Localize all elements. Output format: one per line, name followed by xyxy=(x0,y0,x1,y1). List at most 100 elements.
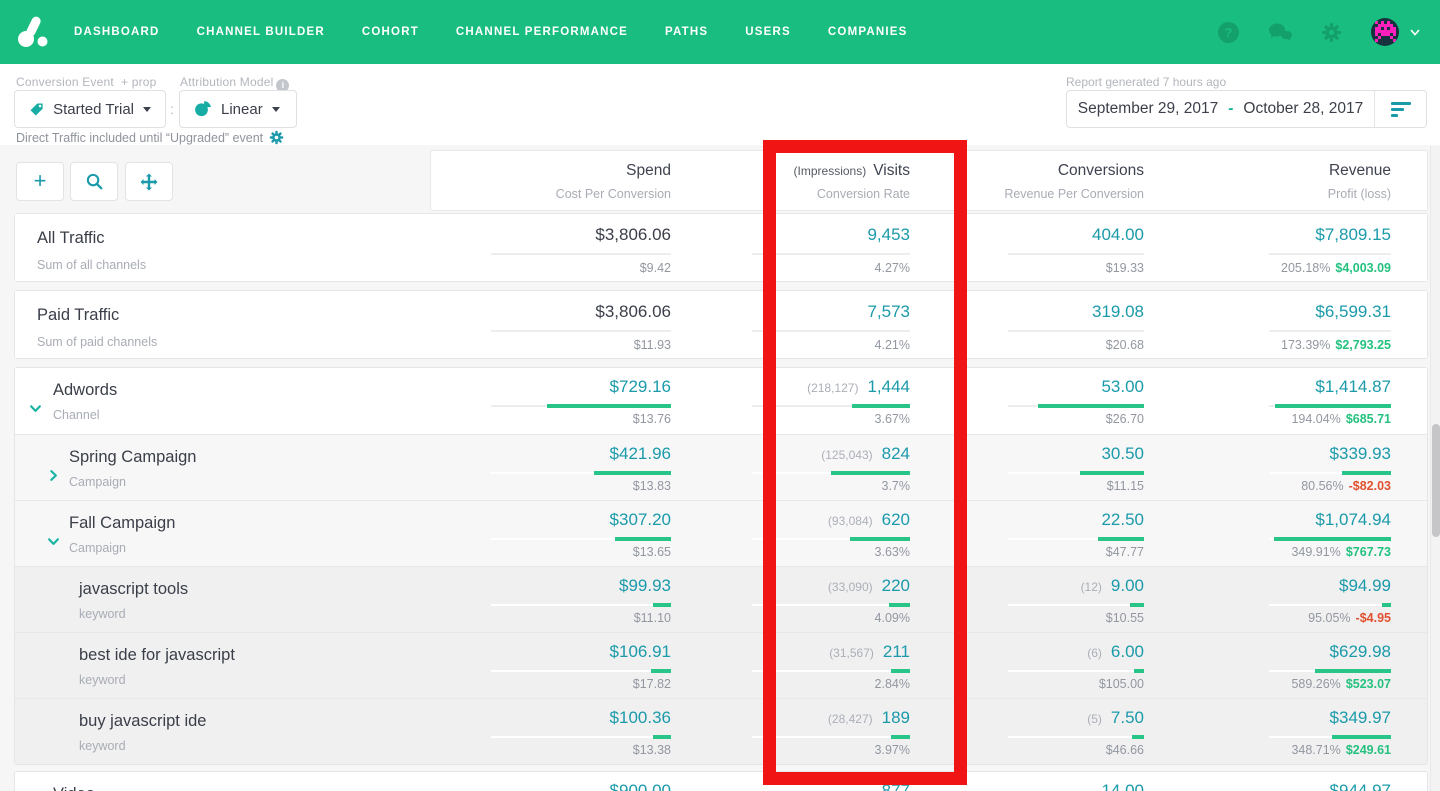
cell-value[interactable]: $629.98 xyxy=(1330,642,1391,661)
cell-prefix: (6) xyxy=(1087,646,1102,660)
card-next-channel-partial: Video Channel $900.00 877 14.00 $944.97 xyxy=(14,771,1428,791)
date-filter-icon[interactable] xyxy=(1374,91,1426,127)
cell-subvalue: 349.91% xyxy=(1291,545,1340,559)
cell-revenue: $1,074.94 349.91% $767.73 xyxy=(1111,501,1391,566)
table-row[interactable]: Adwords Channel $729.16 $13.76 (218,127)… xyxy=(15,368,1427,434)
cell-divider xyxy=(1269,670,1391,672)
cell-spend: $3,806.06 $11.93 xyxy=(391,291,671,358)
table-row[interactable]: Video Channel $900.00 877 14.00 $944.97 xyxy=(15,772,1427,791)
card-adwords-group: Adwords Channel $729.16 $13.76 (218,127)… xyxy=(14,367,1428,765)
cell-value[interactable]: $349.97 xyxy=(1330,708,1391,727)
cell-profit: $4,003.09 xyxy=(1335,261,1391,275)
help-icon[interactable]: ? xyxy=(1218,22,1239,43)
tag-icon xyxy=(29,101,44,118)
cell-value[interactable]: $1,414.87 xyxy=(1315,377,1391,396)
cell-subvalue: 80.56% xyxy=(1301,479,1343,493)
add-channel-button[interactable]: + xyxy=(16,162,64,201)
cell-conversions: 53.00 $26.70 xyxy=(864,368,1144,434)
table-row[interactable]: All Traffic Sum of all channels $3,806.0… xyxy=(15,214,1427,281)
nav-item-companies[interactable]: COMPANIES xyxy=(828,26,908,38)
chevron-down-icon[interactable] xyxy=(29,402,42,415)
column-header-spend[interactable]: Spend Cost Per Conversion xyxy=(556,162,671,201)
cell-value[interactable]: $94.99 xyxy=(1339,576,1391,595)
cell-revenue: $94.99 95.05% -$4.95 xyxy=(1111,567,1391,632)
column-header-conversions[interactable]: Conversions Revenue Per Conversion xyxy=(1004,162,1144,201)
cell-subvalue: 205.18% xyxy=(1281,261,1330,275)
account-chevron-down-icon[interactable] xyxy=(1410,29,1420,36)
nav-menu: DASHBOARD CHANNEL BUILDER COHORT CHANNEL… xyxy=(74,26,908,38)
table-row[interactable]: best ide for javascript keyword $106.91 … xyxy=(15,632,1427,698)
cell-spend: $421.96 $13.83 xyxy=(391,435,671,500)
date-end: October 28, 2017 xyxy=(1243,100,1363,118)
move-arrows-icon xyxy=(140,173,158,191)
table-row[interactable]: buy javascript ide keyword $100.36 $13.3… xyxy=(15,698,1427,764)
cell-conversions: 30.50 $11.15 xyxy=(864,435,1144,500)
cell-spend: $729.16 $13.76 xyxy=(391,368,671,434)
cell-profit: $249.61 xyxy=(1346,743,1391,757)
cell-profit: $767.73 xyxy=(1346,545,1391,559)
avatar[interactable] xyxy=(1371,18,1399,46)
reorder-button[interactable] xyxy=(125,162,173,201)
cell-value[interactable]: $7,809.15 xyxy=(1315,225,1391,244)
table-row[interactable]: Fall Campaign Campaign $307.20 $13.65 (9… xyxy=(15,500,1427,566)
cell-revenue: $944.97 xyxy=(1111,772,1391,791)
add-prop-link[interactable]: + prop xyxy=(121,75,157,89)
scrollbar-track xyxy=(1430,146,1440,791)
chevron-down-icon[interactable] xyxy=(47,535,60,548)
cell-divider xyxy=(1269,472,1391,474)
nav-item-users[interactable]: USERS xyxy=(745,26,791,38)
column-header-revenue[interactable]: Revenue Profit (loss) xyxy=(1328,162,1391,201)
cell-bar xyxy=(1332,735,1391,739)
cell-value[interactable]: $944.97 xyxy=(1330,781,1391,791)
cell-divider xyxy=(1269,405,1391,407)
row-type-label: Campaign xyxy=(69,475,126,489)
gear-icon[interactable] xyxy=(1321,22,1342,43)
column-header-visits[interactable]: (Impressions)Visits Conversion Rate xyxy=(794,162,910,201)
row-title: Adwords xyxy=(53,381,117,400)
card-all-traffic: All Traffic Sum of all channels $3,806.0… xyxy=(14,213,1428,282)
chevron-right-icon[interactable] xyxy=(47,469,60,482)
cell-bar xyxy=(1315,669,1391,673)
cell-spend: $106.91 $17.82 xyxy=(391,633,671,698)
date-range-picker[interactable]: September 29, 2017 - October 28, 2017 xyxy=(1066,90,1427,128)
table-row[interactable]: javascript tools keyword $99.93 $11.10 (… xyxy=(15,566,1427,632)
cell-profit: -$82.03 xyxy=(1349,479,1391,493)
row-type-label: Campaign xyxy=(69,541,126,555)
report-generated-label: Report generated 7 hours ago xyxy=(1066,75,1226,89)
cell-spend: $99.93 $11.10 xyxy=(391,567,671,632)
cell-value[interactable]: $339.93 xyxy=(1330,444,1391,463)
conversion-event-label: Conversion Event + prop xyxy=(16,75,157,89)
cell-profit: -$4.95 xyxy=(1356,611,1391,625)
cell-profit: $685.71 xyxy=(1346,412,1391,426)
cell-value[interactable]: $1,074.94 xyxy=(1315,510,1391,529)
nav-item-channel-performance[interactable]: CHANNEL PERFORMANCE xyxy=(456,26,628,38)
nav-item-cohort[interactable]: COHORT xyxy=(362,26,419,38)
cell-revenue: $349.97 348.71% $249.61 xyxy=(1111,699,1391,764)
cell-prefix: (218,127) xyxy=(807,381,858,395)
search-button[interactable] xyxy=(70,162,118,201)
chevron-down-icon xyxy=(143,107,151,112)
cell-bar xyxy=(1275,404,1391,408)
cell-conversions: (5)7.50 $46.66 xyxy=(864,699,1144,764)
settings-gear-icon[interactable] xyxy=(269,130,284,145)
attribution-logo-icon[interactable] xyxy=(16,15,50,49)
table-row[interactable]: Paid Traffic Sum of paid channels $3,806… xyxy=(15,291,1427,358)
cell-value[interactable]: $6,599.31 xyxy=(1315,302,1391,321)
cell-bar xyxy=(1382,603,1391,607)
attribution-model-dropdown[interactable]: Linear xyxy=(179,90,297,128)
row-title: javascript tools xyxy=(79,580,188,599)
cell-subvalue: 348.71% xyxy=(1291,743,1340,757)
card-paid-traffic: Paid Traffic Sum of paid channels $3,806… xyxy=(14,290,1428,359)
cell-subvalue: 95.05% xyxy=(1308,611,1350,625)
chat-icon[interactable] xyxy=(1268,22,1292,42)
table-row[interactable]: Spring Campaign Campaign $421.96 $13.83 … xyxy=(15,434,1427,500)
row-type-label: Channel xyxy=(53,408,100,422)
scrollbar-thumb[interactable] xyxy=(1432,424,1440,537)
direct-traffic-note: Direct Traffic included until “Upgraded”… xyxy=(16,130,284,145)
nav-item-channel-builder[interactable]: CHANNEL BUILDER xyxy=(197,26,325,38)
nav-item-dashboard[interactable]: DASHBOARD xyxy=(74,26,160,38)
conversion-event-dropdown[interactable]: Started Trial xyxy=(14,90,166,128)
nav-item-paths[interactable]: PATHS xyxy=(665,26,708,38)
cell-divider xyxy=(1269,604,1391,606)
row-title: buy javascript ide xyxy=(79,712,206,731)
